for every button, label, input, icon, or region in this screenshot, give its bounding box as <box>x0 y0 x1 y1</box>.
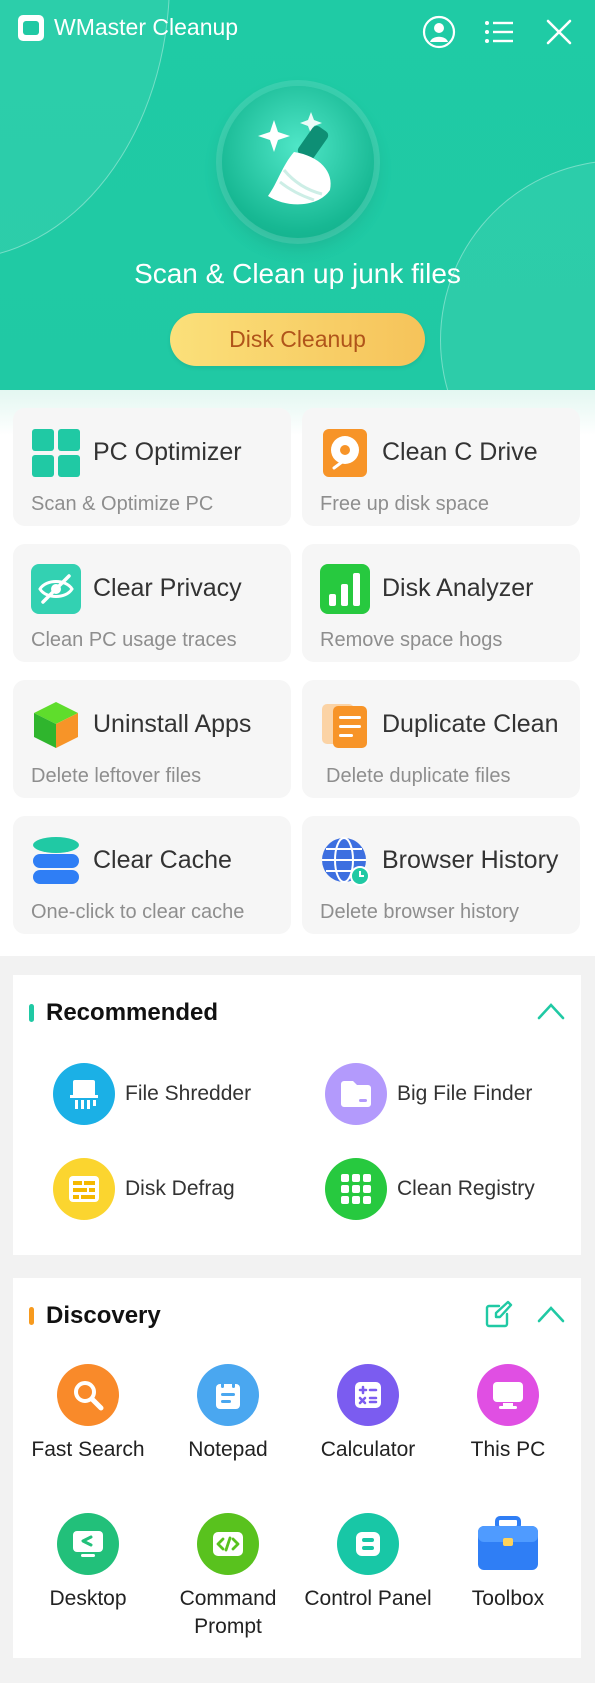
monitor-icon <box>477 1364 539 1426</box>
command-prompt-button[interactable]: Command Prompt <box>158 1513 298 1641</box>
close-icon[interactable] <box>541 14 577 50</box>
feature-name: PC Optimizer <box>93 438 242 466</box>
title-bar: WMaster Cleanup <box>18 14 238 41</box>
app-logo-icon <box>18 14 44 41</box>
feature-name: Clear Privacy <box>93 574 242 602</box>
discovery-item-label: Notepad <box>188 1438 268 1461</box>
notepad-icon <box>197 1364 259 1426</box>
feature-clean-c-drive[interactable]: Clean C Drive Free up disk space <box>302 408 580 526</box>
windows-grid-icon <box>31 428 81 478</box>
discovery-item-label: Desktop <box>49 1587 127 1610</box>
control-panel-button[interactable]: Control Panel <box>298 1513 438 1613</box>
hero-headline: Scan & Clean up junk files <box>134 258 461 289</box>
recommended-item-label: File Shredder <box>125 1082 252 1105</box>
feature-grid: PC Optimizer Scan & Optimize PC Clean C … <box>0 390 595 956</box>
feature-desc: Scan & Optimize PC <box>31 493 214 515</box>
notepad-button[interactable]: Notepad <box>158 1364 298 1464</box>
user-icon[interactable] <box>421 14 457 50</box>
discovery-item-label: Command Prompt <box>179 1587 277 1638</box>
recommended-item-label: Big File Finder <box>397 1082 533 1105</box>
fast-search-button[interactable]: Fast Search <box>18 1364 158 1464</box>
hero-banner: WMaster Cleanup Scan & Clean up junk fil… <box>0 0 595 390</box>
toolbox-button[interactable]: Toolbox <box>438 1513 578 1613</box>
disk-cleanup-button[interactable]: Disk Cleanup <box>170 313 425 366</box>
collapse-chevron-icon[interactable] <box>535 995 567 1027</box>
bar-chart-icon <box>320 564 370 614</box>
feature-duplicate-clean[interactable]: Duplicate Clean Delete duplicate files <box>302 680 580 798</box>
feature-desc: Delete browser history <box>320 901 519 923</box>
feature-name: Duplicate Clean <box>382 710 559 738</box>
feature-desc: Delete duplicate files <box>326 765 511 787</box>
this-pc-button[interactable]: This PC <box>438 1364 578 1464</box>
discovery-item-label: Calculator <box>320 1438 416 1461</box>
feature-desc: Remove space hogs <box>320 629 503 651</box>
desktop-button[interactable]: Desktop <box>18 1513 158 1613</box>
shredder-icon <box>53 1063 115 1125</box>
search-icon <box>57 1364 119 1426</box>
feature-name: Clear Cache <box>93 846 232 874</box>
eye-off-icon <box>31 564 81 614</box>
feature-name: Uninstall Apps <box>93 710 252 738</box>
feature-name: Clean C Drive <box>382 438 538 466</box>
feature-desc: One-click to clear cache <box>31 901 245 923</box>
code-icon <box>197 1513 259 1575</box>
discovery-item-label: Control Panel <box>304 1587 432 1610</box>
edit-icon[interactable] <box>483 1298 515 1330</box>
recommended-item-label: Disk Defrag <box>125 1177 235 1200</box>
feature-clear-cache[interactable]: Clear Cache One-click to clear cache <box>13 816 291 934</box>
recommended-header: Recommended <box>29 999 218 1027</box>
recommended-item-label: Clean Registry <box>397 1177 535 1200</box>
feature-disk-analyzer[interactable]: Disk Analyzer Remove space hogs <box>302 544 580 662</box>
discovery-panel: Discovery Fast Search Notepad Calculator… <box>13 1278 581 1658</box>
feature-name: Browser History <box>382 846 559 874</box>
section-accent-bar <box>29 1307 34 1325</box>
broom-icon <box>222 86 374 238</box>
toolbox-icon <box>477 1513 539 1575</box>
disk-icon <box>320 428 370 478</box>
feature-desc: Clean PC usage traces <box>31 629 237 651</box>
menu-icon[interactable] <box>481 14 517 50</box>
clean-registry-button[interactable]: Clean Registry <box>325 1158 535 1220</box>
feature-desc: Free up disk space <box>320 493 489 515</box>
feature-desc: Delete leftover files <box>31 765 202 787</box>
big-file-finder-button[interactable]: Big File Finder <box>325 1063 532 1125</box>
window-controls <box>421 14 577 50</box>
feature-clear-privacy[interactable]: Clear Privacy Clean PC usage traces <box>13 544 291 662</box>
cube-icon <box>31 700 81 750</box>
collapse-chevron-icon[interactable] <box>535 1298 567 1330</box>
calculator-icon <box>337 1364 399 1426</box>
recommended-panel: Recommended File Shredder Big File Finde… <box>13 975 581 1255</box>
section-accent-bar <box>29 1004 34 1022</box>
discovery-title: Discovery <box>46 1302 161 1329</box>
folder-icon <box>325 1063 387 1125</box>
feature-uninstall-apps[interactable]: Uninstall Apps Delete leftover files <box>13 680 291 798</box>
discovery-header: Discovery <box>29 1302 161 1330</box>
calculator-button[interactable]: Calculator <box>298 1364 438 1464</box>
database-icon <box>31 836 81 886</box>
discovery-item-label: Toolbox <box>471 1587 545 1610</box>
recommended-title: Recommended <box>46 999 219 1026</box>
discovery-item-label: Fast Search <box>31 1438 145 1461</box>
documents-icon <box>320 700 370 750</box>
desktop-icon <box>57 1513 119 1575</box>
discovery-item-label: This PC <box>470 1438 546 1461</box>
defrag-icon <box>53 1158 115 1220</box>
disk-defrag-button[interactable]: Disk Defrag <box>53 1158 235 1220</box>
feature-pc-optimizer[interactable]: PC Optimizer Scan & Optimize PC <box>13 408 291 526</box>
control-panel-icon <box>337 1513 399 1575</box>
file-shredder-button[interactable]: File Shredder <box>53 1063 251 1125</box>
feature-name: Disk Analyzer <box>382 574 534 602</box>
globe-icon <box>320 836 370 886</box>
feature-browser-history[interactable]: Browser History Delete browser history <box>302 816 580 934</box>
app-title: WMaster Cleanup <box>54 14 239 40</box>
registry-grid-icon <box>325 1158 387 1220</box>
